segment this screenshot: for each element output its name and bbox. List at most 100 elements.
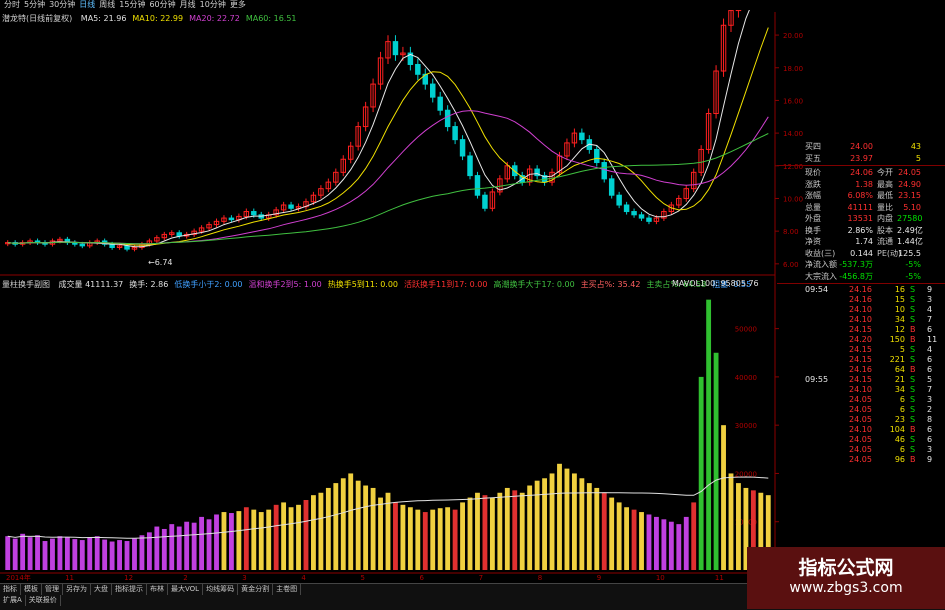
volume-bar [422, 512, 428, 570]
stat-row: 现价 24.06 今开 24.05 [777, 167, 945, 179]
tab-period-8[interactable]: 10分钟 [200, 0, 226, 10]
date-label: 7 [479, 574, 483, 582]
candle-body [444, 109, 451, 128]
volume-bar [20, 533, 26, 570]
divider [777, 165, 945, 166]
tab-period-1[interactable]: 5分钟 [24, 0, 45, 10]
tick-count: 2 [927, 405, 933, 414]
date-label: 11 [715, 574, 724, 582]
volume-bar [5, 536, 11, 570]
tick-price: 24.05 [849, 395, 872, 404]
volume-bar [109, 541, 115, 570]
tick-row: 24.10 10 S 4 [777, 305, 945, 315]
tab-period-6[interactable]: 60分钟 [149, 0, 175, 10]
tick-side: B [910, 325, 916, 334]
volume-bar [370, 487, 376, 570]
volume-bar [64, 537, 70, 570]
price-tick-label: 14.00 [783, 130, 803, 138]
tab-period-5[interactable]: 15分钟 [119, 0, 145, 10]
bottom-tab2-0[interactable]: 扩展A [0, 595, 26, 606]
tick-side: B [910, 365, 916, 374]
tick-volume: 104 [889, 425, 905, 434]
volume-bar [512, 490, 518, 570]
bid-label: 买四 [805, 142, 821, 151]
tab-period-9[interactable]: 更多 [230, 0, 246, 10]
volume-bar [594, 487, 600, 570]
volume-panel-header: 量柱换手副图 成交量 41111.37 换手: 2.86 低换手小于2: 0.00 温… [2, 279, 751, 290]
low-price-label: ←6.74 [148, 258, 173, 267]
volume-bar [549, 473, 555, 570]
tick-volume: 221 [889, 355, 905, 364]
tick-price: 24.05 [849, 405, 872, 414]
tick-row: 24.05 96 B 9 [777, 455, 945, 465]
tick-price: 24.20 [849, 335, 872, 344]
bottom-tab-8[interactable]: 均线筹码 [203, 584, 239, 595]
volume-bar [303, 500, 309, 570]
bottom-tab2-1[interactable]: 关联报价 [26, 595, 61, 606]
tab-period-0[interactable]: 分时 [4, 0, 20, 10]
tab-period-7[interactable]: 月线 [180, 0, 196, 10]
volume-bar [668, 521, 674, 570]
volume-bar [281, 502, 287, 570]
volume-bar [736, 483, 741, 570]
tick-count: 3 [927, 395, 933, 404]
tick-row: 24.16 15 S 3 [777, 295, 945, 305]
tick-count: 6 [927, 425, 933, 434]
volume-bar [154, 526, 160, 570]
volume-bar [50, 538, 55, 570]
volume-bar [117, 540, 122, 570]
tick-count: 4 [927, 305, 933, 314]
tick-volume: 96 [894, 455, 905, 464]
bottom-tab-1[interactable]: 模板 [21, 584, 42, 595]
candle-body [392, 41, 399, 56]
watermark-url: www.zbgs3.com [789, 580, 903, 596]
bottom-tab-6[interactable]: 布林 [147, 584, 168, 595]
stat-value2: 23.15 [898, 191, 921, 200]
bottom-tab-9[interactable]: 黄金分割 [238, 584, 274, 595]
volume-bar [460, 502, 465, 570]
tick-row: 24.15 12 B 6 [777, 325, 945, 335]
bottom-tab-3[interactable]: 另存为 [63, 584, 91, 595]
volume-indicator-2: 低换手小于2: 0.00 [174, 280, 243, 289]
bottom-tab-2[interactable]: 管理 [42, 584, 63, 595]
tab-period-4[interactable]: 周线 [99, 0, 115, 10]
volume-bar [609, 497, 615, 570]
ma20-line [7, 110, 769, 245]
tab-period-2[interactable]: 30分钟 [49, 0, 75, 10]
bottom-tab-10[interactable]: 主卷图 [273, 584, 302, 595]
tick-count: 6 [927, 355, 933, 364]
volume-bar [258, 512, 264, 570]
volume-bar [557, 463, 562, 570]
volume-bar [728, 473, 734, 570]
volume-indicator-5: 活跃换手11到17: 0.00 [404, 280, 488, 289]
price-tick-label: 16.00 [783, 97, 803, 105]
candle-body [251, 211, 257, 216]
volume-bar [355, 480, 361, 570]
volume-bar [363, 485, 369, 570]
bottom-tab-5[interactable]: 指标提示 [112, 584, 147, 595]
date-label: 10 [656, 574, 665, 582]
volume-bar [452, 509, 458, 570]
bottom-tab-4[interactable]: 大盘 [91, 584, 112, 595]
bottom-tab-7[interactable]: 最大VOL [168, 584, 204, 595]
stat-label2: 量比 [877, 202, 893, 212]
stat-label: 现价 [805, 168, 821, 177]
bottom-tab-0[interactable]: 指标 [0, 584, 21, 595]
watermark-title: 指标公式网 [798, 557, 894, 579]
volume-bar [57, 536, 63, 570]
tick-price: 24.05 [849, 455, 872, 464]
bid-price: 23.97 [850, 153, 873, 163]
tick-volume: 6 [899, 395, 905, 404]
quote-panel: 买四 24.00 43 买五 23.97 5 现价 24.06 今开 24.05 涨跌… [777, 141, 945, 465]
tab-period-3[interactable]: 日线 [79, 0, 95, 10]
volume-bar [579, 478, 585, 570]
volume-bar [639, 512, 644, 570]
stat-row: 净流入额 -537.3万 -5% [777, 259, 945, 271]
stat-value: 1.38 [855, 179, 873, 189]
volume-bar [228, 513, 234, 570]
volume-bar [79, 540, 85, 570]
volume-bar [497, 492, 503, 570]
date-label: 2 [183, 574, 187, 582]
stat-row: 外盘 13531 内盘 27580 [777, 213, 945, 225]
volume-bar [191, 522, 197, 570]
